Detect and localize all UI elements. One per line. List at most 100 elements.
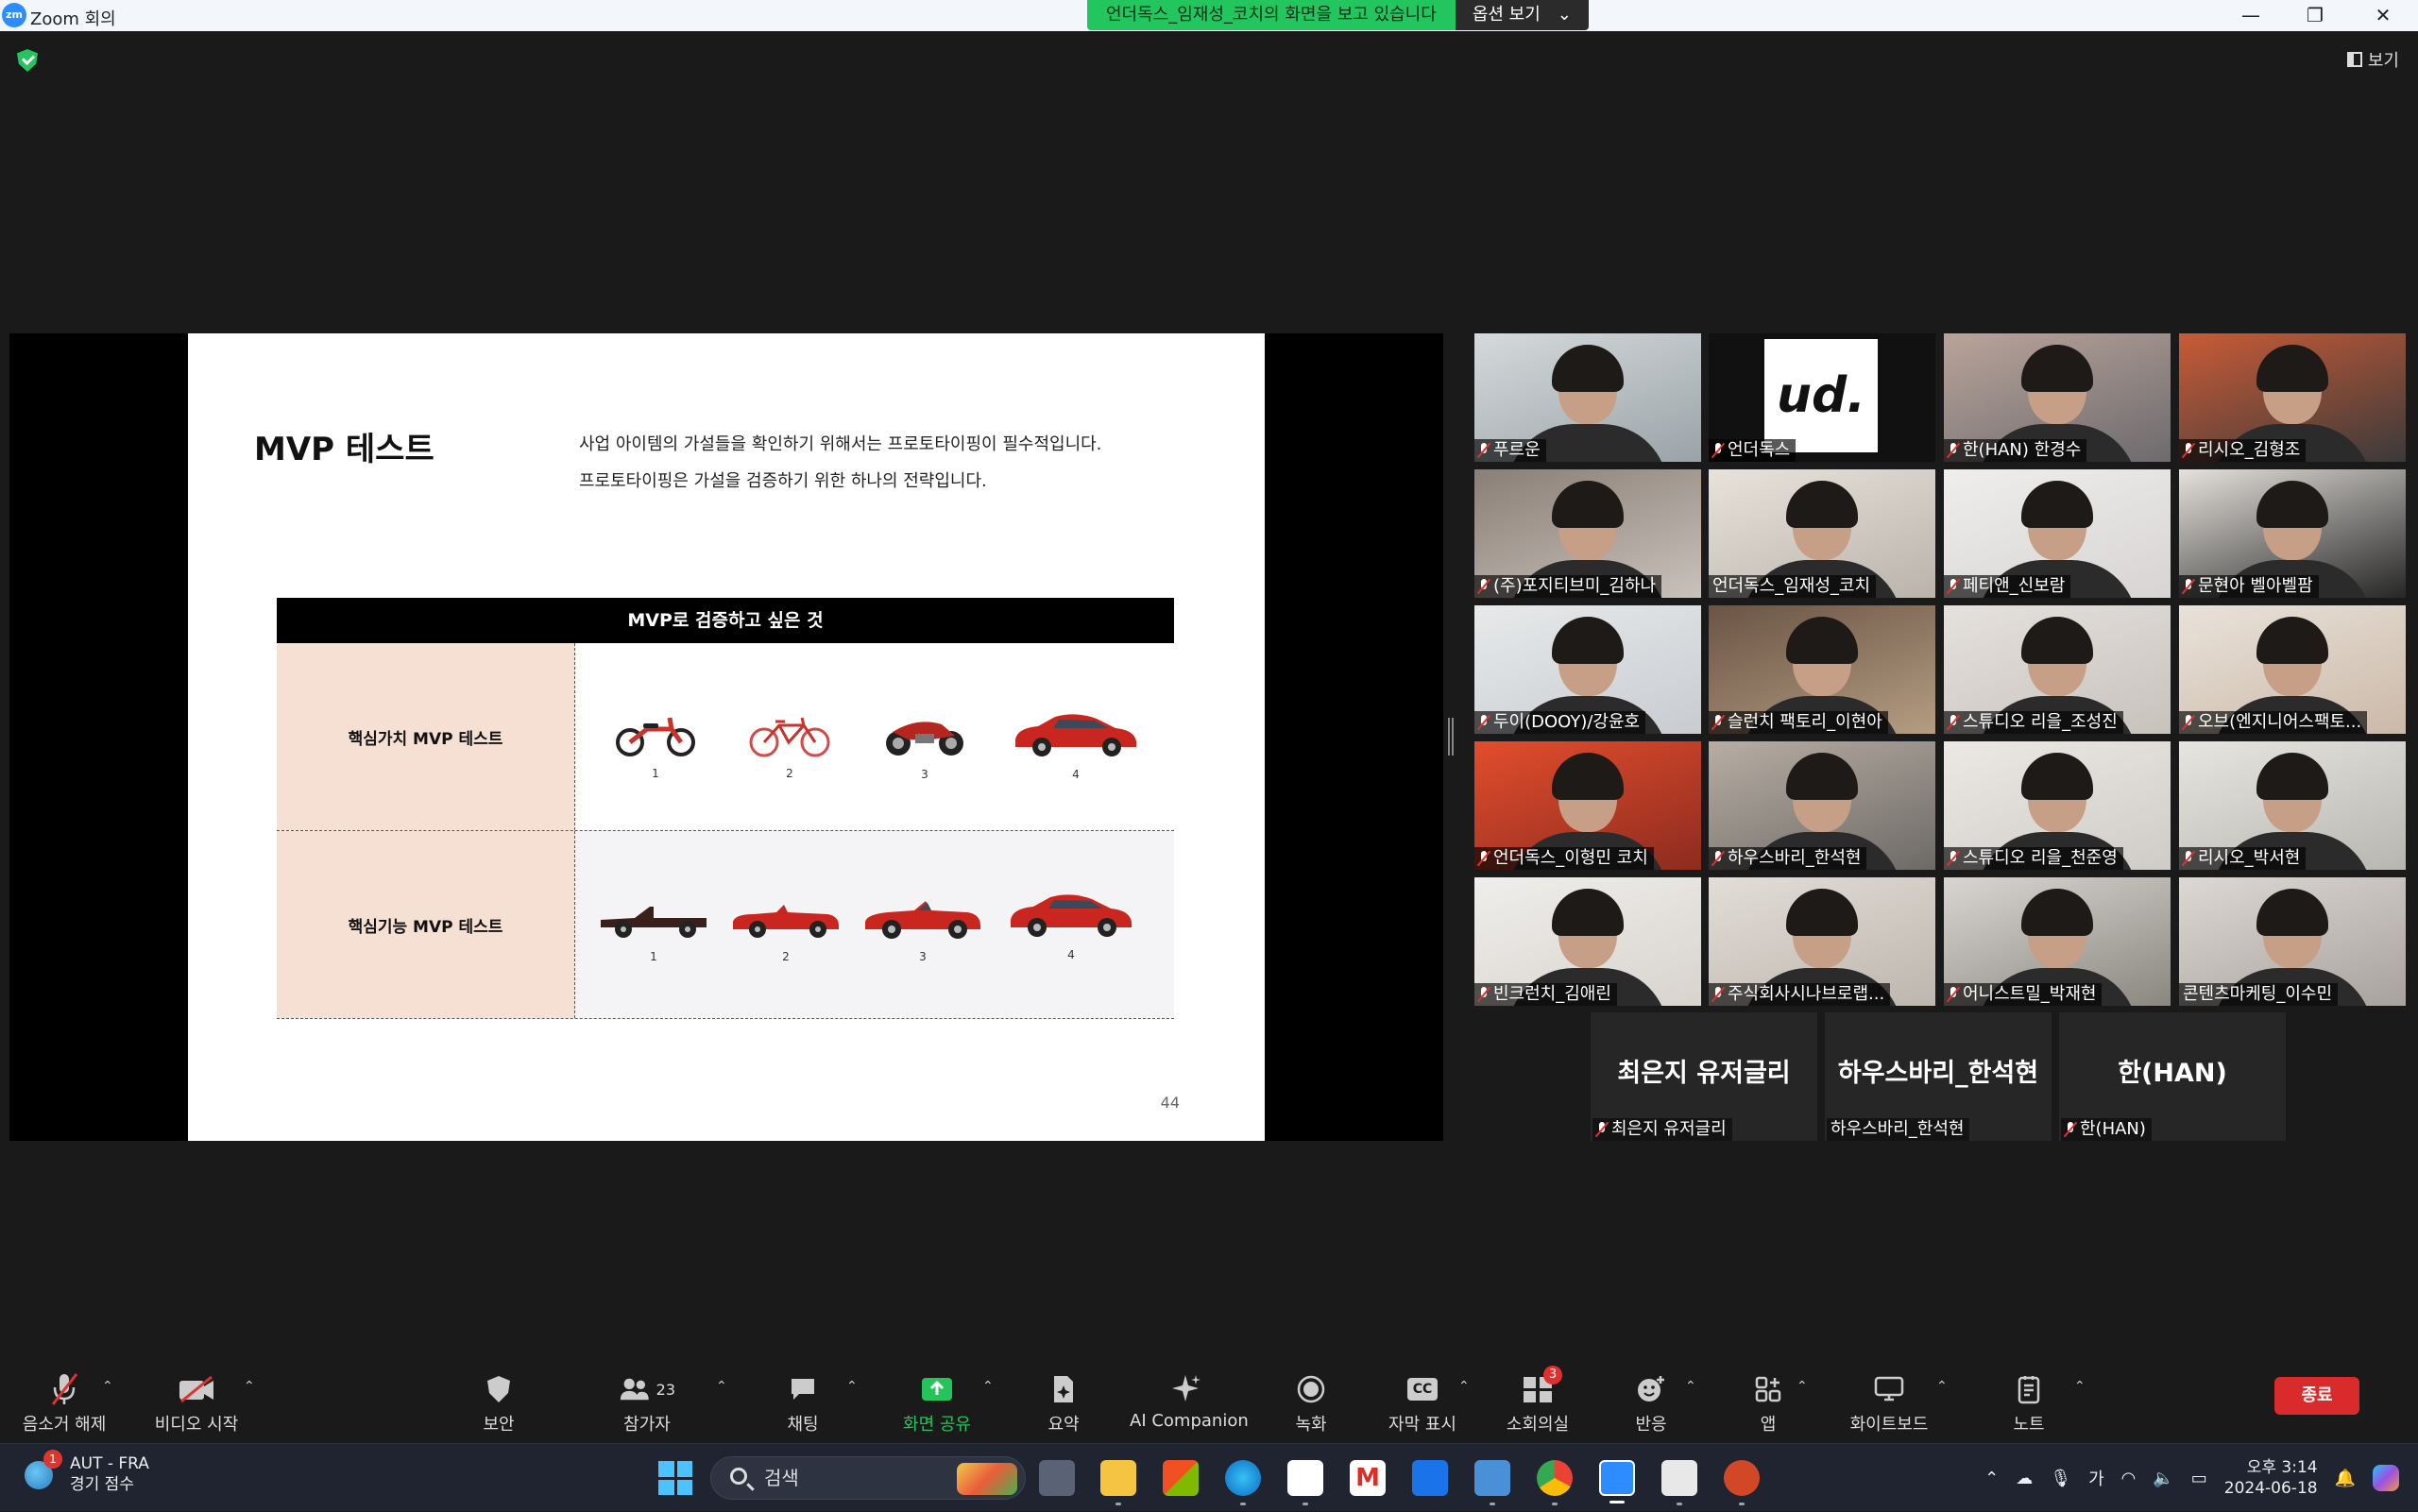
participant-video-tile[interactable]: (주)포지티브미_김하나 (1474, 469, 1701, 598)
onedrive-icon[interactable]: ☁ (2016, 1469, 2033, 1488)
audio-options-caret[interactable]: ⌃ (102, 1379, 113, 1394)
notification-bell-icon[interactable]: 🔔 (2335, 1469, 2356, 1488)
chrome-icon[interactable] (1537, 1460, 1573, 1505)
record-button[interactable]: 녹화 (1292, 1371, 1330, 1436)
task-view-icon[interactable] (1039, 1460, 1075, 1496)
view-button[interactable]: 보기 (2346, 47, 2399, 72)
end-meeting-button[interactable]: 종료 (2274, 1377, 2359, 1415)
participant-video-tile[interactable]: 문현아 벨아벨팜 (2179, 469, 2406, 598)
participant-video-tile[interactable]: 하우스바리_한석현 (1709, 741, 1935, 870)
minimize-button[interactable]: — (2220, 0, 2282, 31)
apps-button[interactable]: 앱 (1749, 1371, 1787, 1436)
gmail-icon[interactable]: M (1350, 1460, 1386, 1496)
apps-caret[interactable]: ⌃ (1796, 1379, 1808, 1394)
slide-desc-line-1: 사업 아이템의 가설들을 확인하기 위해서는 프로토타이핑이 필수적입니다. (579, 434, 1102, 454)
participant-name-tile[interactable]: 한(HAN) 한(HAN) (2059, 1012, 2286, 1141)
vehicle-number: 3 (919, 950, 927, 963)
motorcycle-icon (886, 722, 963, 756)
notes-caret[interactable]: ⌃ (2074, 1379, 2086, 1394)
search-highlight-image (957, 1463, 1017, 1495)
participants-caret[interactable]: ⌃ (716, 1379, 727, 1394)
participant-video-tile[interactable]: 주식회사시나브로랩... (1709, 877, 1935, 1006)
notes-button[interactable]: 노트 (2010, 1371, 2048, 1436)
weather-title: AUT - FRA (70, 1454, 149, 1473)
reactions-caret[interactable]: ⌃ (1685, 1379, 1696, 1394)
file-explorer-icon[interactable] (1100, 1460, 1136, 1505)
participant-video-tile[interactable]: 페티앤_신보람 (1944, 469, 2171, 598)
encryption-shield-icon[interactable] (17, 49, 38, 72)
snipping-tool-icon[interactable] (1661, 1460, 1697, 1505)
meeting-toolbar: 음소거 해제 ⌃ 비디오 시작 ⌃ 보안 23 참가자 ⌃ 채팅 ⌃ 화면 공유… (0, 1360, 2418, 1443)
participant-video-tile[interactable]: 어니스트밀_박재현 (1944, 877, 2171, 1006)
bicycle-icon (749, 717, 830, 757)
ime-indicator[interactable]: 가 (2088, 1466, 2104, 1490)
ai-companion-button[interactable]: AI Companion (1130, 1371, 1249, 1431)
powerpoint-icon[interactable] (1724, 1460, 1760, 1505)
convertible-icon (865, 901, 980, 939)
participant-name-tile[interactable]: 하우스바리_한석현 하우스바리_한석현 (1825, 1012, 2052, 1141)
participant-video-tile[interactable]: 언더독스_임재성_코치 (1709, 469, 1935, 598)
participant-video-tile[interactable]: 언더독스_이형민 코치 (1474, 741, 1701, 870)
participant-name-tile[interactable]: 최은지 유저글리 최은지 유저글리 (1591, 1012, 1817, 1141)
whiteboard-button[interactable]: 화이트보드 (1842, 1371, 1936, 1436)
security-button[interactable]: 보안 (480, 1371, 518, 1436)
captions-button[interactable]: CC 자막 표시 (1385, 1371, 1460, 1436)
captions-caret[interactable]: ⌃ (1458, 1379, 1470, 1394)
zoom-app-icon[interactable] (1599, 1460, 1635, 1504)
taskbar-search[interactable]: 검색 (710, 1456, 1026, 1500)
participant-video-tile[interactable]: 슬런치 팩토리_이현아 (1709, 605, 1935, 734)
vehicle-number: 2 (782, 950, 790, 963)
breakout-rooms-button[interactable]: 3 소회의실 (1500, 1366, 1575, 1436)
microsoft-store-icon[interactable] (1163, 1460, 1199, 1496)
window-title: Zoom 회의 (30, 9, 116, 29)
windows-start-icon[interactable] (658, 1461, 692, 1495)
people-icon (620, 1378, 649, 1401)
participant-video-tile[interactable]: 스튜디오 리을_조성진 (1944, 605, 2171, 734)
participant-video-tile[interactable]: 리시오_박서현 (2179, 741, 2406, 870)
video-options-caret[interactable]: ⌃ (244, 1379, 255, 1394)
slide-desc-line-2: 프로토타이핑은 가설을 검증하기 위한 하나의 전략입니다. (579, 471, 987, 491)
roadster-icon (733, 905, 839, 938)
reactions-button[interactable]: 반응 (1632, 1371, 1670, 1436)
whiteboard-caret[interactable]: ⌃ (1936, 1379, 1948, 1394)
muted-mic-icon (1712, 851, 1724, 866)
participant-video-tile[interactable]: 오브(엔지니어스팩토... (2179, 605, 2406, 734)
balance-bike-icon (616, 717, 695, 756)
start-video-button[interactable]: 비디오 시작 (149, 1371, 244, 1436)
notepad-icon[interactable] (1474, 1460, 1510, 1505)
wifi-icon[interactable]: ◠ (2121, 1469, 2137, 1488)
battery-icon[interactable]: ▭ (2191, 1469, 2207, 1488)
participant-video-tile[interactable]: 푸르운 (1474, 333, 1701, 462)
restore-button[interactable]: ❐ (2284, 0, 2346, 31)
weather-widget[interactable]: 1 AUT - FRA 경기 점수 (25, 1450, 149, 1495)
vehicle-number: 2 (786, 767, 793, 780)
share-caret[interactable]: ⌃ (982, 1379, 994, 1394)
participant-video-tile[interactable]: 콘텐츠마케팅_이수민 (2179, 877, 2406, 1006)
participant-video-tile[interactable]: ud. 언더독스 (1709, 333, 1935, 462)
chat-caret[interactable]: ⌃ (846, 1379, 858, 1394)
close-button[interactable]: ✕ (2352, 0, 2414, 31)
unmute-button[interactable]: 음소거 해제 (17, 1371, 111, 1436)
google-calendar-icon[interactable] (1412, 1460, 1448, 1496)
copilot-icon[interactable] (2373, 1465, 2399, 1491)
view-options-button[interactable]: 옵션 보기 ⌄ (1455, 0, 1589, 30)
participant-video-tile[interactable]: 빈크런치_김애린 (1474, 877, 1701, 1006)
slack-icon[interactable] (1287, 1460, 1323, 1505)
microphone-icon[interactable]: 🎙 (2050, 1469, 2071, 1488)
edge-browser-icon[interactable] (1225, 1460, 1261, 1505)
chevron-up-icon[interactable]: ⌃ (1984, 1469, 1999, 1488)
share-screen-button[interactable]: 화면 공유 (899, 1371, 975, 1436)
clock-date: 2024-06-18 (2223, 1479, 2318, 1498)
chat-button[interactable]: 채팅 (784, 1371, 822, 1436)
split-view-resize-handle[interactable] (1448, 718, 1454, 756)
participant-video-tile[interactable]: 리시오_김형조 (2179, 333, 2406, 462)
participant-video-tile[interactable]: 스튜디오 리을_천준영 (1944, 741, 2171, 870)
taskbar-clock[interactable]: 오후 3:14 2024-06-18 (2224, 1457, 2318, 1499)
speaker-icon[interactable]: 🔈 (2153, 1469, 2173, 1488)
zoom-logo-icon: zm (2, 3, 26, 27)
muted-mic-icon (1478, 579, 1490, 594)
participant-video-tile[interactable]: 두이(DOOY)/강윤호 (1474, 605, 1701, 734)
participant-video-tile[interactable]: 한(HAN) 한경수 (1944, 333, 2171, 462)
summary-button[interactable]: 요약 (1045, 1371, 1082, 1436)
participants-button[interactable]: 23 참가자 (619, 1371, 675, 1436)
